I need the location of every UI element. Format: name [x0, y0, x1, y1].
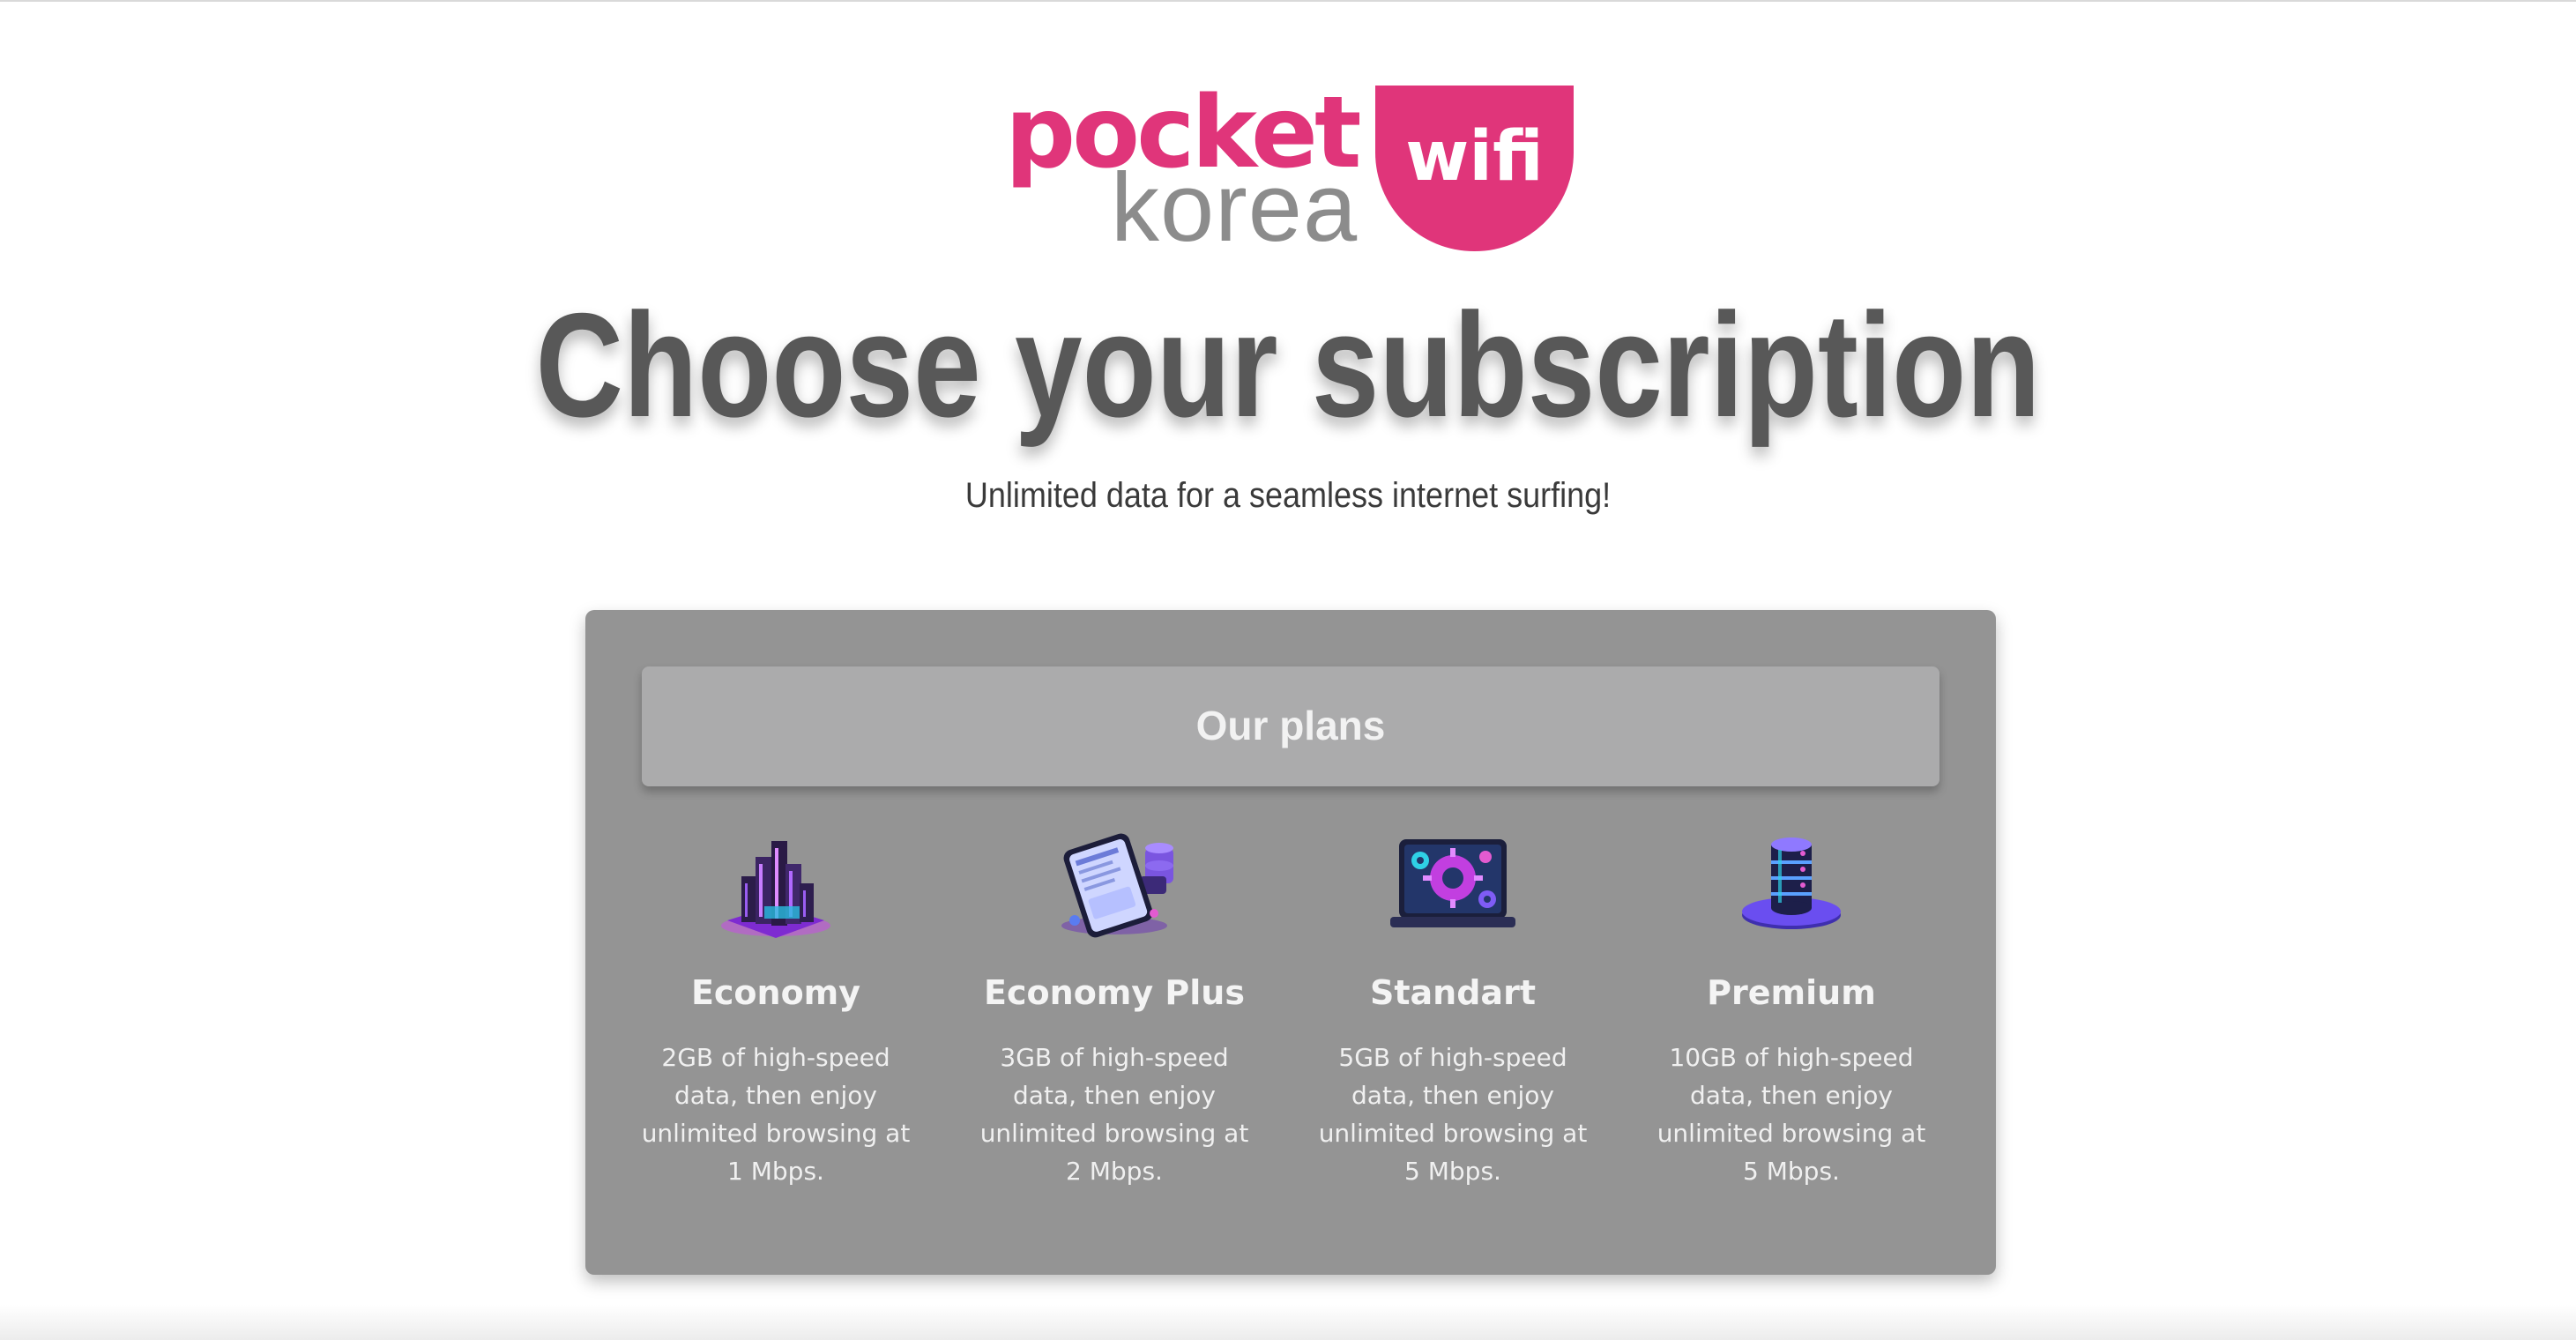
logo-wifi-text: wifi	[1405, 117, 1544, 197]
bottom-shadow	[0, 1305, 2576, 1340]
top-divider	[0, 0, 2576, 2]
phone-document-icon	[1048, 822, 1180, 945]
city-block-icon	[710, 822, 842, 945]
plan-name: Standart	[1370, 973, 1536, 1012]
page: pocket korea wifi Choose your subscripti…	[0, 0, 2576, 1340]
page-title: Choose your subscription	[535, 282, 2041, 448]
plan-description: 2GB of high-speed data, then enjoy unlim…	[641, 1042, 911, 1186]
plan-card-standart[interactable]: Standart 5GB of high-speed data, then en…	[1315, 822, 1590, 1190]
plan-description: 5GB of high-speed data, then enjoy unlim…	[1318, 1042, 1588, 1186]
plan-card-premium[interactable]: Premium 10GB of high-speed data, then en…	[1654, 822, 1929, 1190]
plans-list: Economy 2GB of high-speed data, then enj…	[642, 822, 1996, 1245]
logo-korea-text: korea	[1111, 153, 1359, 262]
plan-description: 3GB of high-speed data, then enjoy unlim…	[979, 1042, 1249, 1186]
plans-panel: Our plans Economy 2GB of high-speed data…	[585, 610, 1996, 1275]
plan-card-economy-plus[interactable]: Economy Plus 3GB of high-speed data, the…	[977, 822, 1252, 1190]
plan-description: 10GB of high-speed data, then enjoy unli…	[1657, 1042, 1926, 1186]
plan-name: Economy Plus	[984, 973, 1245, 1012]
laptop-gears-icon	[1387, 822, 1519, 945]
logo-wifi-badge: wifi	[1375, 86, 1574, 251]
plan-card-economy[interactable]: Economy 2GB of high-speed data, then enj…	[638, 822, 913, 1190]
plan-name: Premium	[1707, 973, 1876, 1012]
database-server-icon	[1725, 822, 1858, 945]
page-subtitle: Unlimited data for a seamless internet s…	[964, 476, 1612, 515]
plan-name: Economy	[690, 973, 861, 1012]
plans-header: Our plans	[642, 666, 1939, 786]
plans-header-label: Our plans	[1195, 703, 1386, 748]
pocket-wifi-korea-logo[interactable]: pocket korea wifi	[1005, 84, 1574, 262]
